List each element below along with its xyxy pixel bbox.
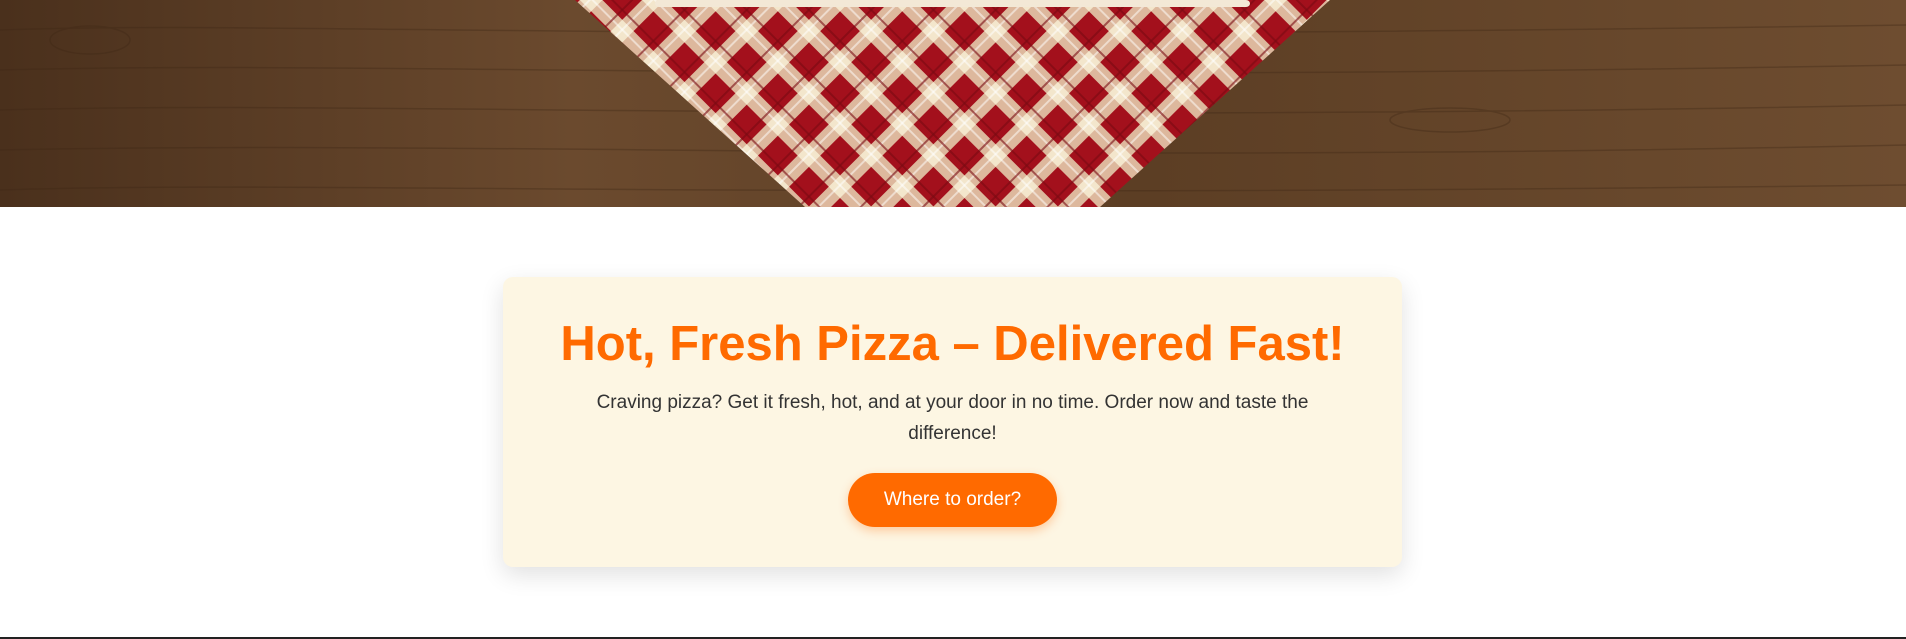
promo-card: Hot, Fresh Pizza – Delivered Fast! Cravi… (503, 277, 1402, 567)
hero-image (0, 0, 1906, 207)
where-to-order-button[interactable]: Where to order? (848, 473, 1057, 527)
promo-title: Hot, Fresh Pizza – Delivered Fast! (560, 317, 1345, 371)
tablecloth-on-wood-image (0, 0, 1906, 207)
promo-description: Craving pizza? Get it fresh, hot, and at… (596, 392, 1309, 444)
